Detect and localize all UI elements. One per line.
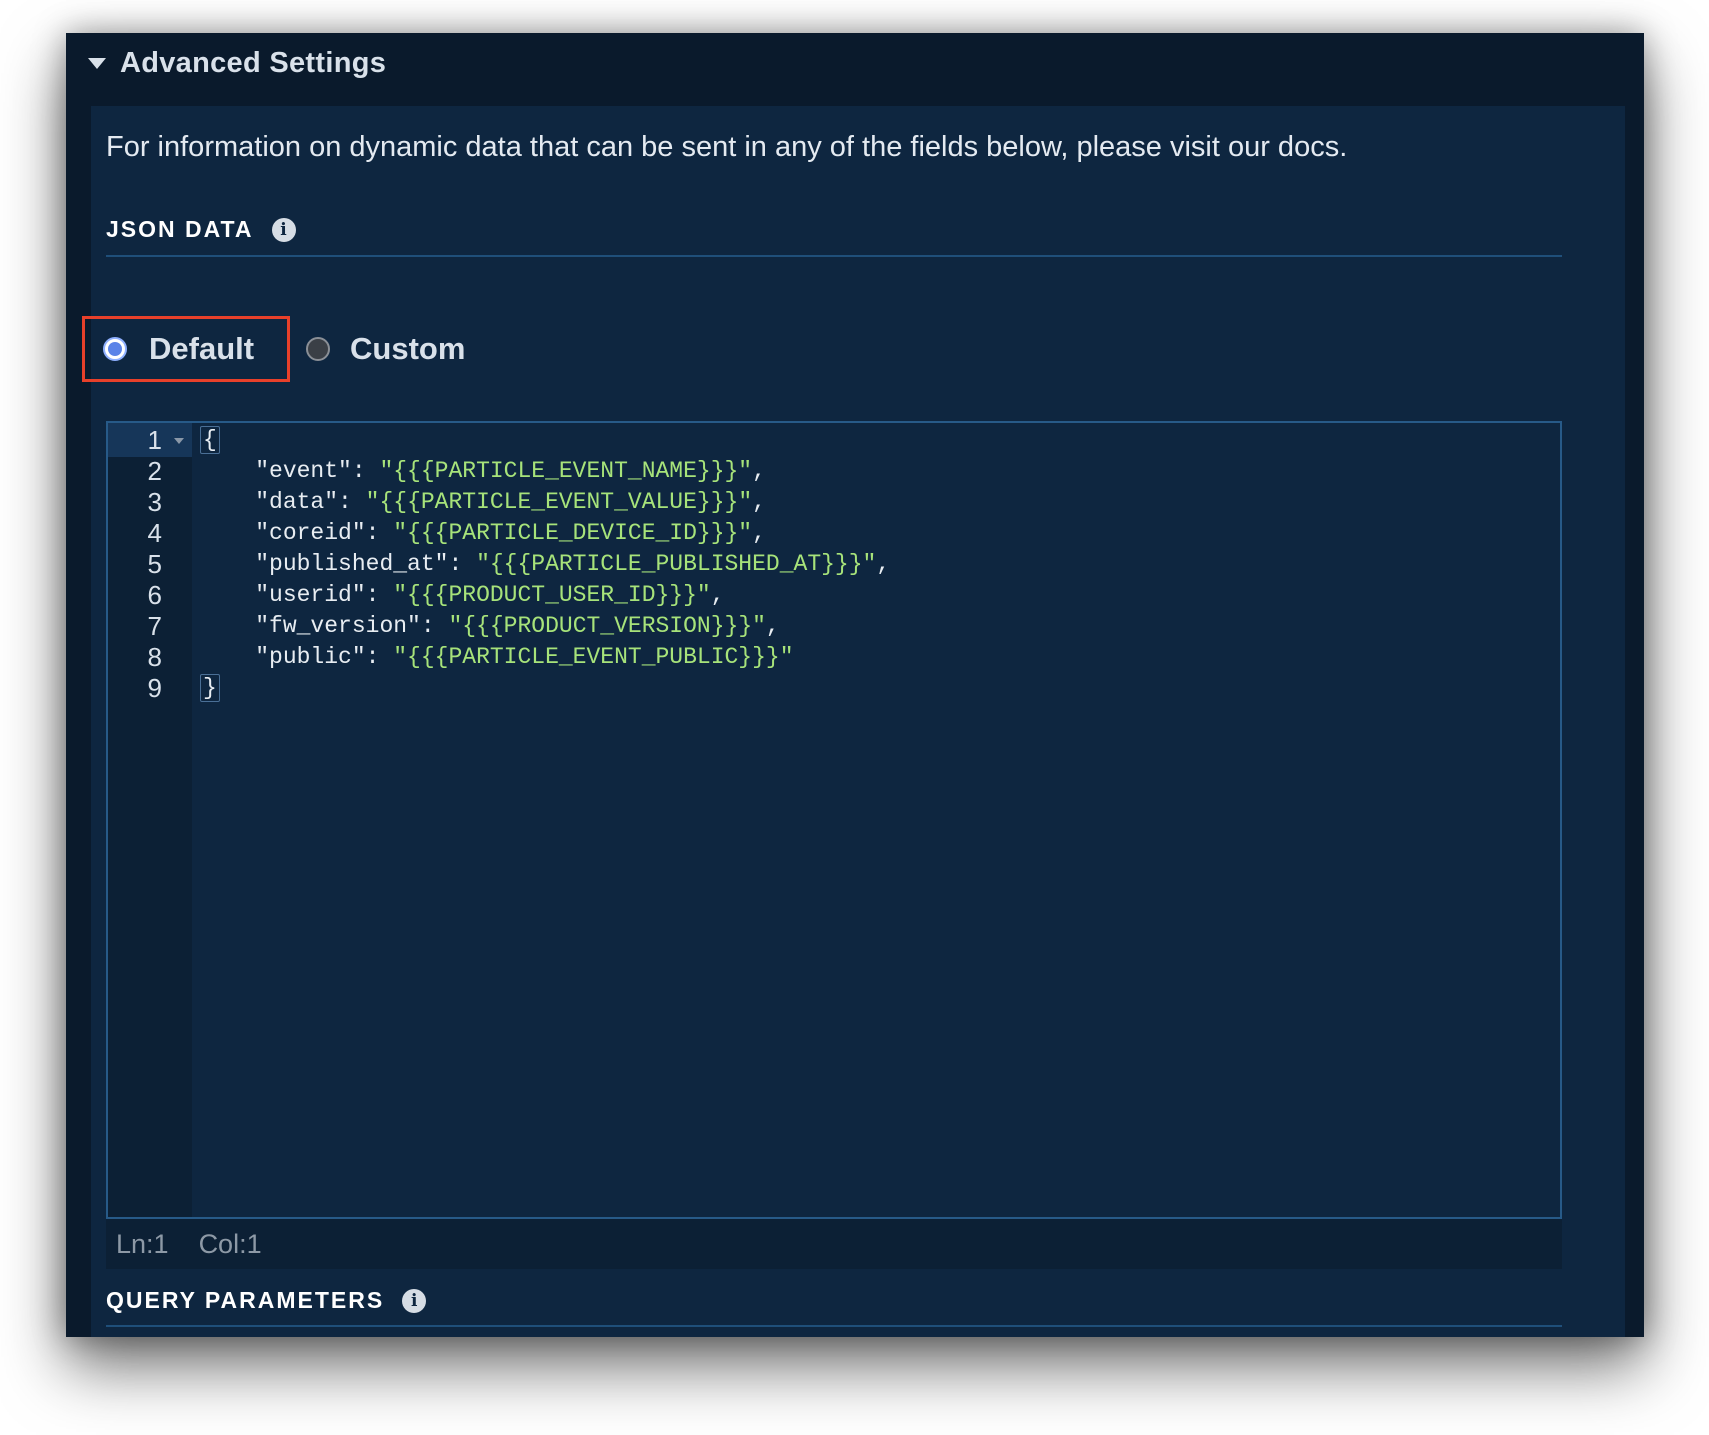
docs-info-text: For information on dynamic data that can… bbox=[106, 131, 1348, 163]
close-brace: } bbox=[200, 674, 220, 702]
caret-down-icon bbox=[88, 58, 106, 69]
query-parameters-label: QUERY PARAMETERS bbox=[106, 1287, 385, 1313]
query-parameters-divider bbox=[106, 1325, 1562, 1327]
line-number: 6 bbox=[147, 579, 162, 610]
json-value: "{{{PARTICLE_DEVICE_ID}}}" bbox=[393, 520, 753, 546]
radio-default-label: Default bbox=[149, 331, 255, 366]
section-title: Advanced Settings bbox=[120, 47, 387, 79]
json-value: "{{{PARTICLE_PUBLISHED_AT}}}" bbox=[476, 551, 877, 577]
fold-arrow-icon[interactable] bbox=[174, 438, 184, 444]
advanced-settings-window: Advanced Settings For information on dyn… bbox=[66, 33, 1644, 1337]
line-number: 5 bbox=[147, 548, 162, 579]
code-line[interactable]: 3 "data": "{{{PARTICLE_EVENT_VALUE}}}", bbox=[108, 485, 1560, 519]
info-icon[interactable]: i bbox=[271, 217, 296, 242]
line-number: 8 bbox=[147, 641, 162, 672]
json-key: "event" bbox=[255, 458, 352, 484]
line-number: 9 bbox=[147, 672, 162, 703]
query-parameters-label-row: QUERY PARAMETERS i bbox=[106, 1287, 427, 1314]
radio-custom-label: Custom bbox=[350, 331, 466, 366]
json-value: "{{{PARTICLE_EVENT_VALUE}}}" bbox=[365, 489, 753, 515]
json-value: "{{{PARTICLE_EVENT_PUBLIC}}}" bbox=[393, 644, 794, 670]
cursor-column: Col:1 bbox=[198, 1228, 262, 1259]
info-icon[interactable]: i bbox=[402, 1288, 427, 1313]
code-line[interactable]: 2 "event": "{{{PARTICLE_EVENT_NAME}}}", bbox=[108, 454, 1560, 488]
radio-unselected-icon bbox=[306, 337, 330, 361]
code-line[interactable]: 9 } bbox=[108, 671, 1560, 705]
json-data-label: JSON DATA bbox=[106, 216, 254, 242]
advanced-settings-toggle[interactable]: Advanced Settings bbox=[88, 47, 386, 80]
code-line[interactable]: 6 "userid": "{{{PRODUCT_USER_ID}}}", bbox=[108, 578, 1560, 612]
json-key: "userid" bbox=[255, 582, 366, 608]
code-line[interactable]: 8 "public": "{{{PARTICLE_EVENT_PUBLIC}}}… bbox=[108, 640, 1560, 674]
cursor-line: Ln:1 bbox=[116, 1228, 169, 1259]
line-number: 7 bbox=[147, 610, 162, 641]
json-value: "{{{PRODUCT_USER_ID}}}" bbox=[393, 582, 711, 608]
radio-selected-icon bbox=[103, 337, 127, 361]
code-line[interactable]: 7 "fw_version": "{{{PRODUCT_VERSION}}}", bbox=[108, 609, 1560, 643]
code-line[interactable]: 4 "coreid": "{{{PARTICLE_DEVICE_ID}}}", bbox=[108, 516, 1560, 550]
json-key: "published_at" bbox=[255, 551, 449, 577]
json-key: "fw_version" bbox=[255, 613, 421, 639]
json-value: "{{{PRODUCT_VERSION}}}" bbox=[448, 613, 766, 639]
json-code-editor[interactable]: 1 { 2 "event": "{{{PARTICLE_EVENT_NAME}}… bbox=[106, 421, 1562, 1219]
json-key: "public" bbox=[255, 644, 366, 670]
line-number: 3 bbox=[147, 486, 162, 517]
radio-custom[interactable]: Custom bbox=[306, 316, 465, 382]
line-number: 2 bbox=[147, 455, 162, 486]
editor-status-bar: Ln:1 Col:1 bbox=[106, 1219, 1562, 1269]
json-key: "coreid" bbox=[255, 520, 366, 546]
line-number: 4 bbox=[147, 517, 162, 548]
json-value: "{{{PARTICLE_EVENT_NAME}}}" bbox=[379, 458, 753, 484]
line-number: 1 bbox=[108, 423, 192, 457]
json-data-divider bbox=[106, 255, 1562, 257]
json-data-label-row: JSON DATA i bbox=[106, 216, 296, 243]
radio-default[interactable]: Default bbox=[82, 316, 290, 382]
code-line[interactable]: 5 "published_at": "{{{PARTICLE_PUBLISHED… bbox=[108, 547, 1560, 581]
code-line[interactable]: 1 { bbox=[108, 423, 1560, 457]
json-data-radio-group: Default Custom bbox=[66, 316, 666, 382]
open-brace: { bbox=[200, 426, 220, 454]
json-key: "data" bbox=[255, 489, 339, 515]
